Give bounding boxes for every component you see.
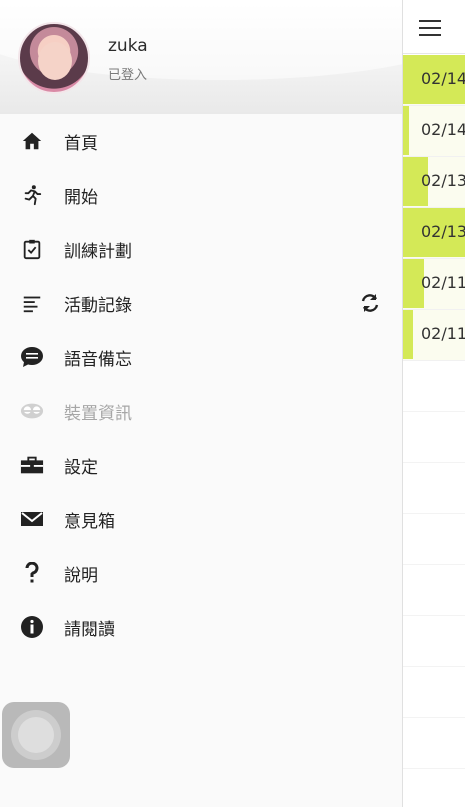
envelope-icon xyxy=(20,507,44,531)
empty-row xyxy=(403,463,465,514)
assistive-touch-button[interactable] xyxy=(2,702,70,768)
menu-item-label: 說明 xyxy=(64,565,98,586)
empty-row xyxy=(403,667,465,718)
menu-item-label: 設定 xyxy=(64,457,98,478)
home-icon xyxy=(20,129,44,153)
profile-header: zuka 已登入 xyxy=(0,0,402,114)
empty-row xyxy=(403,514,465,565)
sync-icon[interactable] xyxy=(358,291,382,315)
info-icon xyxy=(20,615,44,639)
activity-list-panel: 02/14 02/14 02/13 02/13 02/11 02/11 xyxy=(402,0,465,807)
avatar-face xyxy=(38,42,72,80)
record-progress-bar xyxy=(403,106,409,155)
drawer-menu: 首頁 開始 訓練計劃 活動記錄 語音備忘 裝置資訊 設定 意見箱 說明 請閱讀 xyxy=(0,114,402,654)
record-row[interactable]: 02/13 xyxy=(403,157,465,208)
menu-item-device-info[interactable]: 裝置資訊 xyxy=(0,384,402,438)
menu-item-help[interactable]: 說明 xyxy=(0,546,402,600)
record-row[interactable]: 02/13 xyxy=(403,208,465,259)
menu-item-read-me[interactable]: 請閱讀 xyxy=(0,600,402,654)
menu-item-label: 裝置資訊 xyxy=(64,403,132,424)
record-row[interactable]: 02/14 xyxy=(403,55,465,106)
menu-item-activity-log[interactable]: 活動記錄 xyxy=(0,276,402,330)
menu-item-home[interactable]: 首頁 xyxy=(0,114,402,168)
hamburger-menu-icon[interactable] xyxy=(419,20,441,36)
record-date: 02/11 xyxy=(421,324,465,343)
device-icon xyxy=(20,399,44,423)
menu-item-label: 開始 xyxy=(64,187,98,208)
menu-item-settings[interactable]: 設定 xyxy=(0,438,402,492)
empty-row xyxy=(403,616,465,667)
empty-row xyxy=(403,565,465,616)
record-date: 02/13 xyxy=(421,171,465,190)
record-date: 02/13 xyxy=(421,222,465,241)
record-date: 02/14 xyxy=(421,69,465,88)
login-status: 已登入 xyxy=(108,68,148,83)
menu-item-feedback[interactable]: 意見箱 xyxy=(0,492,402,546)
username: zuka xyxy=(108,36,148,56)
menu-item-voice-memo[interactable]: 語音備忘 xyxy=(0,330,402,384)
records-list: 02/14 02/14 02/13 02/13 02/11 02/11 xyxy=(403,55,465,769)
menu-item-label: 請閱讀 xyxy=(64,619,115,640)
chat-bubble-icon xyxy=(20,345,44,369)
avatar[interactable] xyxy=(18,22,90,94)
record-progress-bar xyxy=(403,310,413,359)
runner-icon xyxy=(20,183,44,207)
record-row[interactable]: 02/11 xyxy=(403,310,465,361)
clipboard-check-icon xyxy=(20,237,44,261)
menu-item-start[interactable]: 開始 xyxy=(0,168,402,222)
menu-item-label: 語音備忘 xyxy=(64,349,132,370)
toolbox-icon xyxy=(20,453,44,477)
record-row[interactable]: 02/14 xyxy=(403,106,465,157)
empty-row xyxy=(403,361,465,412)
question-icon xyxy=(20,561,44,585)
menu-item-label: 訓練計劃 xyxy=(64,241,132,262)
menu-item-label: 意見箱 xyxy=(64,511,115,532)
record-row[interactable]: 02/11 xyxy=(403,259,465,310)
empty-row xyxy=(403,412,465,463)
list-icon xyxy=(20,291,44,315)
menu-item-training-plan[interactable]: 訓練計劃 xyxy=(0,222,402,276)
menu-item-label: 首頁 xyxy=(64,133,98,154)
toolbar-divider xyxy=(403,53,465,54)
navigation-drawer: zuka 已登入 首頁 開始 訓練計劃 活動記錄 語音備忘 裝置資訊 設定 意見… xyxy=(0,0,402,807)
assistive-touch-core xyxy=(18,717,54,753)
record-date: 02/14 xyxy=(421,120,465,139)
empty-row xyxy=(403,718,465,769)
record-date: 02/11 xyxy=(421,273,465,292)
menu-item-label: 活動記錄 xyxy=(64,295,132,316)
